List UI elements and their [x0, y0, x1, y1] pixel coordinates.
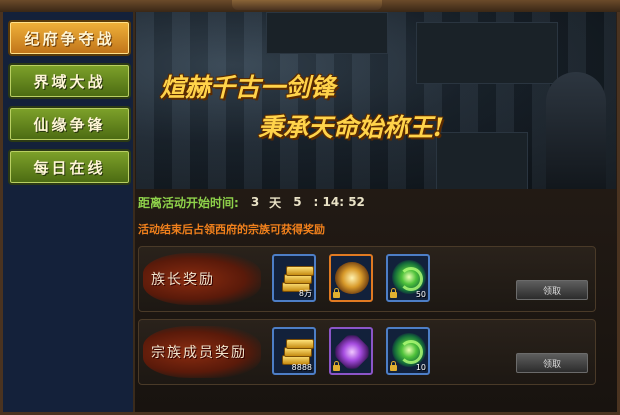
reward-slot[interactable]: 10	[386, 327, 430, 375]
lock-icon	[333, 288, 340, 298]
countdown-label: 距离活动开始时间:	[138, 195, 239, 210]
lock-icon	[390, 361, 397, 371]
lock-icon	[333, 361, 340, 371]
nav-button-daily-online[interactable]: 每日在线	[8, 149, 131, 185]
countdown-days: 3	[250, 195, 260, 209]
lock-icon	[390, 288, 397, 298]
gold-bars-icon	[280, 339, 314, 365]
claim-button[interactable]: 领取	[516, 353, 588, 373]
building-silhouette	[436, 132, 528, 189]
member-reward-panel: 宗族成员奖励 8888 10 领取	[138, 319, 596, 385]
countdown-row: 距离活动开始时间: 3 天 5 : 14: 52	[138, 193, 365, 211]
banner-slogan-line1: 煊赫千古一剑锋	[160, 73, 336, 102]
banner-slogan-line2: 秉承天命始称王!	[258, 113, 444, 142]
reward-title: 族长奖励	[151, 272, 215, 288]
leader-reward-panel: 族长奖励 8万 50 领取	[138, 246, 596, 312]
countdown-minutes-seconds: : 14: 52	[313, 195, 365, 209]
nav-button-jifu-war[interactable]: 纪府争夺战	[8, 20, 131, 56]
treasure-pile-icon	[335, 262, 369, 294]
reward-slot[interactable]: 8万	[272, 254, 316, 302]
reward-slot[interactable]	[329, 327, 373, 375]
tower-silhouette	[546, 72, 606, 189]
claim-button[interactable]: 领取	[516, 280, 588, 300]
event-sidebar: 纪府争夺战 界域大战 仙缘争锋 每日在线	[3, 12, 135, 412]
reward-notice: 活动结束后占领西府的宗族可获得奖励	[138, 223, 325, 236]
countdown-days-unit: 天	[269, 195, 282, 210]
item-quantity: 8888	[291, 363, 312, 372]
item-quantity: 10	[415, 363, 426, 372]
reward-slot[interactable]: 50	[386, 254, 430, 302]
title-cap	[232, 0, 382, 10]
item-quantity: 8万	[298, 289, 312, 298]
green-orb-icon	[392, 333, 426, 367]
nav-button-immortal-contest[interactable]: 仙缘争锋	[8, 106, 131, 142]
nav-button-realm-war[interactable]: 界域大战	[8, 63, 131, 99]
green-orb-icon	[392, 260, 426, 294]
item-quantity: 50	[415, 290, 426, 299]
reward-slot[interactable]: 8888	[272, 327, 316, 375]
event-banner: 煊赫千古一剑锋 秉承天命始称王!	[136, 12, 616, 189]
reward-title: 宗族成员奖励	[151, 345, 247, 361]
reward-slot[interactable]	[329, 254, 373, 302]
countdown-hours: 5	[293, 195, 302, 209]
building-silhouette	[416, 22, 558, 84]
building-silhouette	[266, 12, 388, 54]
window-top-bar	[0, 0, 620, 12]
